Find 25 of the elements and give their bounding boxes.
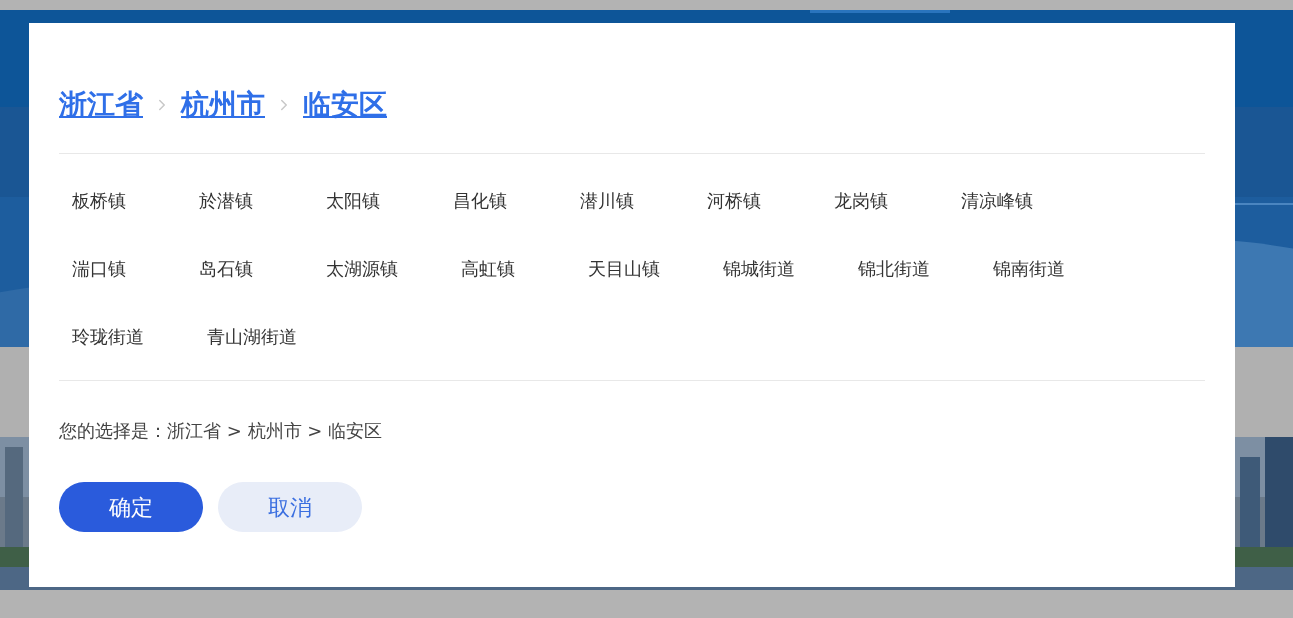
selection-label: 您的选择是：: [59, 419, 167, 443]
confirm-button[interactable]: 确定: [59, 482, 203, 532]
town-option[interactable]: 太阳镇: [313, 182, 440, 218]
town-option[interactable]: 湍口镇: [59, 250, 186, 286]
town-option[interactable]: 岛石镇: [186, 250, 313, 286]
cancel-button[interactable]: 取消: [218, 482, 362, 532]
town-option[interactable]: 太湖源镇: [313, 250, 448, 286]
town-option[interactable]: 龙岗镇: [821, 182, 948, 218]
town-option[interactable]: 天目山镇: [575, 250, 710, 286]
town-option[interactable]: 高虹镇: [448, 250, 575, 286]
town-option[interactable]: 板桥镇: [59, 182, 186, 218]
town-option[interactable]: 锦南街道: [980, 250, 1115, 286]
town-option[interactable]: 锦北街道: [845, 250, 980, 286]
town-option[interactable]: 河桥镇: [694, 182, 821, 218]
breadcrumb-link[interactable]: 浙江省: [59, 91, 143, 119]
town-option[interactable]: 於潜镇: [186, 182, 313, 218]
selection-path: 浙江省 > 杭州市 > 临安区: [167, 419, 383, 443]
town-option[interactable]: 潜川镇: [567, 182, 694, 218]
breadcrumb-link[interactable]: 杭州市: [181, 91, 265, 119]
town-option[interactable]: 昌化镇: [440, 182, 567, 218]
town-option[interactable]: 玲珑街道: [59, 318, 194, 354]
breadcrumb-link[interactable]: 临安区: [303, 91, 387, 119]
town-option[interactable]: 青山湖街道: [194, 318, 347, 354]
town-option[interactable]: 锦城街道: [710, 250, 845, 286]
town-option[interactable]: 清凉峰镇: [948, 182, 1083, 218]
